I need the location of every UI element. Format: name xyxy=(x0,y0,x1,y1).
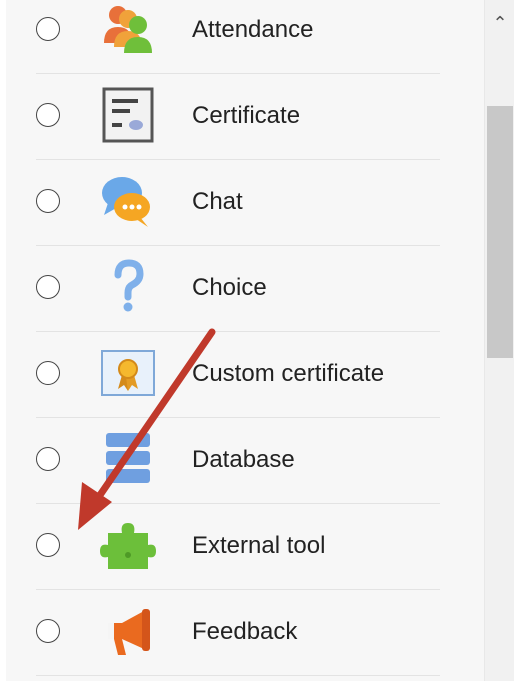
item-label: Custom certificate xyxy=(192,360,385,387)
list-item-custom-certificate[interactable]: Custom certificate xyxy=(36,331,440,418)
megaphone-icon xyxy=(98,601,158,661)
item-label: Database xyxy=(192,446,295,473)
radio-custom-certificate[interactable] xyxy=(36,361,60,385)
vertical-scrollbar[interactable]: ⌃ xyxy=(484,0,514,681)
radio-external-tool[interactable] xyxy=(36,533,60,557)
list-item-database[interactable]: Database xyxy=(36,417,440,504)
radio-certificate[interactable] xyxy=(36,103,60,127)
radio-database[interactable] xyxy=(36,447,60,471)
item-label: Certificate xyxy=(192,102,301,129)
list-item-feedback[interactable]: Feedback xyxy=(36,589,440,676)
list-item-attendance[interactable]: Attendance xyxy=(36,0,440,74)
radio-feedback[interactable] xyxy=(36,619,60,643)
item-label: External tool xyxy=(192,532,326,559)
item-label: Choice xyxy=(192,274,267,301)
award-ribbon-icon xyxy=(98,343,158,403)
scrollbar-thumb[interactable] xyxy=(487,106,513,358)
list-item-external-tool[interactable]: External tool xyxy=(36,503,440,590)
list-item-chat[interactable]: Chat xyxy=(36,159,440,246)
attendance-icon xyxy=(98,0,158,59)
question-icon xyxy=(98,257,158,317)
chevron-up-icon[interactable]: ⌃ xyxy=(485,8,514,38)
database-icon xyxy=(98,429,158,489)
item-label: Feedback xyxy=(192,618,298,645)
radio-choice[interactable] xyxy=(36,275,60,299)
radio-attendance[interactable] xyxy=(36,17,60,41)
chat-icon xyxy=(98,171,158,231)
item-label: Attendance xyxy=(192,16,314,43)
puzzle-piece-icon xyxy=(98,515,158,575)
radio-chat[interactable] xyxy=(36,189,60,213)
item-label: Chat xyxy=(192,188,243,215)
list-item-choice[interactable]: Choice xyxy=(36,245,440,332)
certificate-icon xyxy=(98,85,158,145)
activity-chooser-list: Attendance Certificate Chat Choice Custo… xyxy=(6,0,484,681)
list-item-certificate[interactable]: Certificate xyxy=(36,73,440,160)
